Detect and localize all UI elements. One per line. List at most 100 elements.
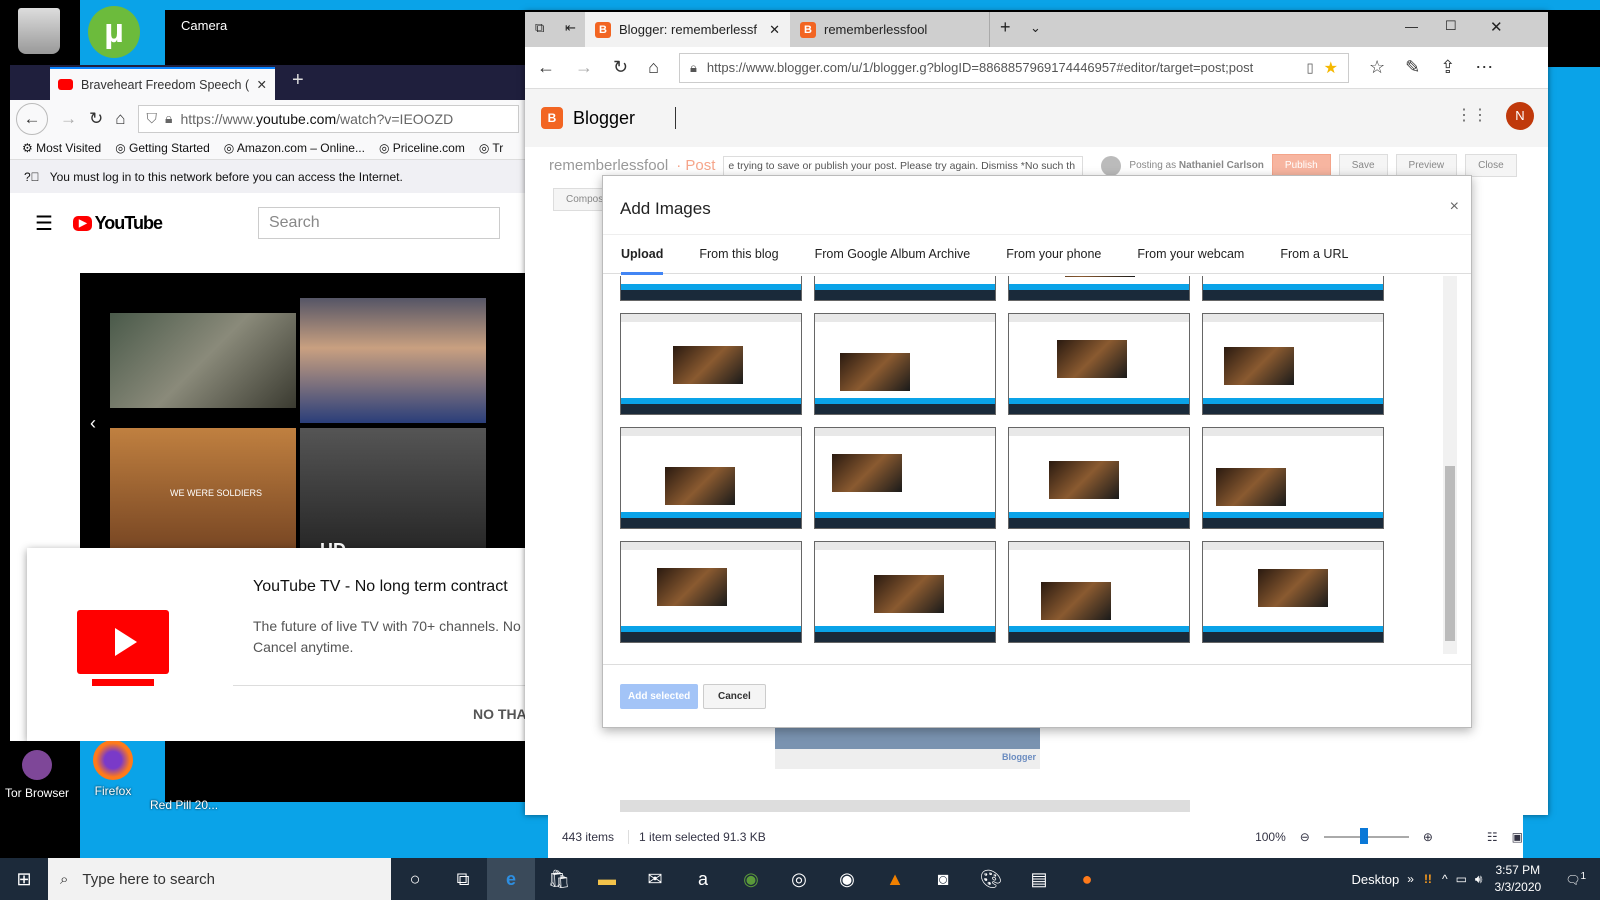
recycle-bin-icon[interactable] [18,8,60,54]
amazon-icon[interactable]: a [679,858,727,900]
image-grid-scrollbar[interactable] [1443,276,1457,654]
close-button[interactable]: Close [1465,154,1517,177]
tab-list-chevron-icon[interactable]: ⌄ [1030,20,1041,36]
image-thumbnail[interactable] [1008,313,1190,415]
avatar[interactable]: N [1506,102,1534,130]
url-bar[interactable]: ⛉ 🔒︎ https://www.youtube.com/watch?v=IEOOZ… [137,104,519,133]
forward-button[interactable]: → [60,109,77,129]
image-thumbnail[interactable] [1008,276,1190,301]
no-thanks-button[interactable]: NO THAN [473,706,525,722]
reload-button[interactable]: ↻ [89,109,103,129]
bookmark-most-visited[interactable]: ⚙ Most Visited [22,141,101,155]
zoom-slider[interactable] [1323,827,1409,844]
video-player[interactable]: WE WERE SOLDIERS HD ‹ [80,273,525,563]
desktop-icon-red-pill[interactable]: Red Pill 20... [150,798,220,812]
youtube-logo[interactable]: ▶ YouTube [72,213,163,234]
maximize-button[interactable]: ☐ [1445,18,1457,34]
add-selected-button[interactable]: Add selected [620,684,699,709]
image-thumbnail[interactable] [814,276,996,301]
image-thumbnail[interactable] [620,541,802,643]
new-tab-button[interactable]: + [292,69,304,92]
publish-button[interactable]: Publish [1271,154,1331,177]
zoom-in-button[interactable]: ⊕ [1423,830,1433,844]
app-icon[interactable]: ◎ [775,858,823,900]
tab-blogger-editor[interactable]: B Blogger: rememberlessf ✕ [585,12,790,47]
clock[interactable]: 3:57 PM 3/3/2020 [1494,862,1541,896]
close-window-button[interactable]: ✕ [1490,18,1503,36]
address-bar[interactable]: 🔒︎ https://www.blogger.com/u/1/blogger.g?… [678,52,1349,83]
preview-button[interactable]: Preview [1395,154,1458,177]
start-button[interactable]: ⊞ [0,858,48,900]
mail-icon[interactable]: ✉ [631,858,679,900]
task-view-icon[interactable]: ⧉ [439,858,487,900]
notes-icon[interactable]: ✎ [1405,57,1420,78]
image-thumbnail[interactable] [620,276,802,301]
image-thumbnail[interactable] [1202,276,1384,301]
back-button[interactable]: ← [537,57,555,78]
refresh-button[interactable]: ↻ [613,57,628,78]
more-icon[interactable]: ⋯ [1475,57,1493,78]
blogger-logo-icon[interactable]: B [541,107,563,129]
reading-view-icon[interactable]: ▯ [1306,60,1313,76]
tab-upload[interactable]: Upload [621,235,664,275]
edge-taskbar-icon[interactable]: e [487,858,535,900]
volume-icon[interactable]: 🔊︎ [1475,872,1483,887]
show-hidden-icons[interactable]: ^ [1442,872,1448,886]
bookmark-getting-started[interactable]: ◎ Getting Started [115,141,210,155]
desktop-toolbar[interactable]: Desktop [1352,872,1400,887]
tab-google-album-archive[interactable]: From Google Album Archive [797,235,989,275]
tab-preview-icon[interactable]: ⧉ [535,20,544,36]
taskbar-search-input[interactable]: ⌕ Type here to search [48,858,391,900]
zoom-out-button[interactable]: ⊖ [1300,830,1310,844]
details-view-icon[interactable]: ☷ [1487,830,1498,844]
carousel-prev-icon[interactable]: ‹ [90,413,96,434]
close-tab-icon[interactable]: ✕ [769,22,780,38]
video-thumbnail[interactable] [300,298,486,423]
desktop-icon-tor-browser[interactable]: Tor Browser [2,750,72,800]
forward-button[interactable]: → [575,57,593,78]
share-icon[interactable]: ⇪ [1440,57,1455,78]
tab-from-url[interactable]: From a URL [1262,235,1366,275]
image-thumbnail[interactable] [1008,541,1190,643]
new-tab-button[interactable]: + [1000,17,1011,38]
image-thumbnail[interactable] [1202,313,1384,415]
file-explorer-icon[interactable]: ▬ [583,858,631,900]
save-button[interactable]: Save [1338,154,1388,177]
document-icon[interactable]: ▤ [1015,858,1063,900]
desktop-icon-firefox[interactable]: Firefox [78,740,148,798]
tab-from-webcam[interactable]: From your webcam [1119,235,1262,275]
firefox-taskbar-icon[interactable]: ● [1063,858,1111,900]
utorrent-icon[interactable]: µ [88,6,140,58]
camera-icon[interactable]: ◙ [919,858,967,900]
tripadvisor-icon[interactable]: ◉ [727,858,775,900]
cancel-button[interactable]: Cancel [703,684,766,709]
bookmark-tr[interactable]: ◎ Tr [479,141,503,155]
blog-name[interactable]: rememberlessfool [549,157,668,174]
alert-tray-icon[interactable]: !! [1424,872,1432,886]
tab-from-phone[interactable]: From your phone [988,235,1119,275]
close-tab-icon[interactable]: ✕ [257,77,267,92]
image-thumbnail[interactable] [1202,541,1384,643]
paint-icon[interactable]: 🎨︎ [967,858,1015,900]
vlc-icon[interactable]: ▲ [871,858,919,900]
app-color-icon[interactable]: ◉ [823,858,871,900]
action-center-icon[interactable]: 🗨︎1 [1565,871,1586,887]
cortana-icon[interactable]: ○ [391,858,439,900]
image-thumbnail[interactable] [620,313,802,415]
bookmark-priceline[interactable]: ◎ Priceline.com [379,141,465,155]
image-thumbnail[interactable] [620,427,802,529]
favorite-star-icon[interactable]: ★ [1324,58,1338,78]
video-controls[interactable]: Blogger [775,749,1040,769]
image-thumbnail[interactable] [814,313,996,415]
toolbar-expand-icon[interactable]: » [1407,872,1414,886]
image-thumbnail[interactable] [1008,427,1190,529]
home-button[interactable]: ⌂ [115,109,125,129]
set-aside-tabs-icon[interactable]: ⇤ [565,20,576,36]
video-thumbnail[interactable]: HD [300,428,486,563]
minimize-button[interactable]: — [1405,19,1418,34]
video-thumbnail[interactable] [110,313,296,408]
tab-rememberlessfool[interactable]: Brememberlessfool [790,12,990,47]
bookmark-amazon[interactable]: ◎ Amazon.com – Online... [224,141,365,155]
post-title-input[interactable]: e trying to save or publish your post. P… [723,155,1084,176]
tiles-view-icon[interactable]: ▣ [1512,830,1523,844]
